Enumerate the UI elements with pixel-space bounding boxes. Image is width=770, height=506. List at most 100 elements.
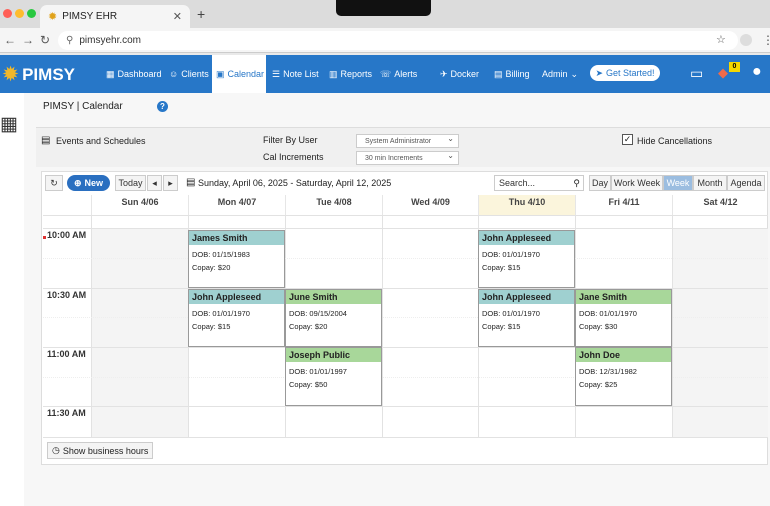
cal-increments-label: Cal Increments	[263, 152, 324, 162]
left-side-strip: ▦	[0, 93, 24, 506]
cal-increments-select[interactable]: 30 min Increments	[356, 151, 459, 165]
grid-line	[43, 215, 768, 216]
calendar-side-icon[interactable]: ▦	[0, 113, 18, 136]
calendar-small-icon: ▤	[41, 135, 51, 146]
view-day-button[interactable]: Day	[589, 175, 611, 191]
appointment-copay: Copay: $20	[192, 263, 231, 272]
close-window-button[interactable]	[3, 9, 12, 18]
new-tab-icon[interactable]: +	[197, 6, 205, 22]
day-header[interactable]: Thu 4/10	[478, 195, 575, 215]
filter-user-select[interactable]: System Administrator	[356, 134, 459, 148]
nav-alerts[interactable]: ☏ Alerts	[380, 55, 417, 93]
day-header[interactable]: Tue 4/08	[285, 195, 382, 215]
appointment-copay: Copay: $50	[289, 380, 328, 389]
url-text: pimsyehr.com	[79, 35, 142, 46]
maximize-window-button[interactable]	[27, 9, 36, 18]
appointment-card[interactable]: June Smith DOB: 09/15/2004 Copay: $20	[285, 289, 382, 347]
nav-dashboard[interactable]: ▦ Dashboard	[106, 55, 162, 93]
nav-label: Note List	[283, 69, 319, 79]
nav-reports[interactable]: ▥ Reports	[329, 55, 372, 93]
chat-icon[interactable]: ▭	[690, 65, 703, 82]
appointment-dob: DOB: 12/31/1982	[579, 367, 637, 376]
day-header[interactable]: Sat 4/12	[672, 195, 768, 215]
appointment-card[interactable]: John Doe DOB: 12/31/1982 Copay: $25	[575, 347, 672, 406]
appointment-dob: DOB: 09/15/2004	[289, 309, 347, 318]
day-header[interactable]: Wed 4/09	[382, 195, 478, 215]
date-picker-icon[interactable]: ▤	[186, 177, 195, 188]
appointment-client-name: John Appleseed	[479, 290, 574, 304]
nav-label: Admin	[542, 69, 568, 79]
help-icon[interactable]: ?	[157, 101, 168, 112]
nav-docker[interactable]: ✈ Docker	[440, 55, 479, 93]
chevron-left-icon: ◂	[152, 177, 157, 188]
nav-billing[interactable]: ▤ Billing	[494, 55, 530, 93]
notification-count-badge: 0	[729, 62, 740, 72]
notification-tag-icon[interactable]: ◆	[718, 65, 728, 81]
hide-cancellations-checkbox[interactable]: ✓	[622, 134, 633, 145]
browser-menu-icon[interactable]: ⋮	[762, 33, 770, 47]
minimize-window-button[interactable]	[15, 9, 24, 18]
appointment-dob: DOB: 01/01/1970	[482, 309, 540, 318]
refresh-button[interactable]: ↻	[45, 175, 63, 191]
view-week-button[interactable]: Week	[663, 175, 693, 191]
site-info-icon[interactable]: ⚲	[66, 35, 73, 46]
appointment-card[interactable]: John Appleseed DOB: 01/01/1970 Copay: $1…	[478, 230, 575, 288]
nav-note-list[interactable]: ☰ Note List	[272, 55, 319, 93]
reports-icon: ▥	[329, 68, 338, 79]
search-input[interactable]: Search... ⚲	[494, 175, 584, 191]
nav-calendar[interactable]: ▣ Calendar	[212, 55, 266, 93]
day-column[interactable]	[672, 215, 673, 437]
view-work-week-button[interactable]: Work Week	[611, 175, 663, 191]
view-month-button[interactable]: Month	[693, 175, 727, 191]
appointment-copay: Copay: $25	[579, 380, 618, 389]
previous-week-button[interactable]: ◂	[147, 175, 162, 191]
logo-text: PIMSY	[22, 64, 75, 84]
chevron-down-icon: ⌄	[570, 68, 579, 79]
appointment-card[interactable]: Joseph Public DOB: 01/01/1997 Copay: $50	[285, 347, 382, 406]
filter-panel: ▤ Events and Schedules Filter By User Ca…	[36, 127, 770, 167]
new-appointment-button[interactable]: ⊕ New	[67, 175, 110, 191]
appointment-card[interactable]: John Appleseed DOB: 01/01/1970 Copay: $1…	[478, 289, 575, 347]
appointment-client-name: John Doe	[576, 348, 671, 362]
date-range-label: Sunday, April 06, 2025 - Saturday, April…	[198, 178, 392, 188]
appointment-card[interactable]: Jane Smith DOB: 01/01/1970 Copay: $30	[575, 289, 672, 347]
address-bar-row: ← → ↻ ⚲ pimsyehr.com ☆ ⋮	[0, 28, 770, 53]
day-column[interactable]	[91, 215, 92, 437]
appointment-card[interactable]: James Smith DOB: 01/15/1983 Copay: $20	[188, 230, 285, 288]
appointment-card[interactable]: John Appleseed DOB: 01/01/1970 Copay: $1…	[188, 289, 285, 347]
user-avatar-icon[interactable]: ●	[752, 63, 762, 81]
today-button[interactable]: Today	[115, 175, 146, 191]
day-header[interactable]: Fri 4/11	[575, 195, 672, 215]
refresh-icon: ↻	[50, 177, 58, 188]
appointment-copay: Copay: $15	[192, 322, 231, 331]
day-header[interactable]: Sun 4/06	[91, 195, 188, 215]
get-started-label: Get Started!	[606, 68, 655, 78]
url-field[interactable]: ⚲ pimsyehr.com	[58, 31, 738, 50]
day-column[interactable]	[382, 215, 383, 437]
time-label: 11:30 AM	[47, 408, 86, 418]
pimsy-logo[interactable]: ✹ PIMSY	[3, 64, 75, 85]
close-tab-icon[interactable]: ✕	[173, 10, 182, 23]
show-business-hours-button[interactable]: ◷ Show business hours	[47, 442, 153, 459]
appointment-client-name: Joseph Public	[286, 348, 381, 362]
browser-tab[interactable]: ✹ PIMSY EHR ✕	[40, 5, 190, 28]
next-week-button[interactable]: ▸	[163, 175, 178, 191]
day-header[interactable]: Mon 4/07	[188, 195, 285, 215]
calendar-icon: ▣	[216, 68, 225, 79]
time-label: 11:00 AM	[47, 349, 86, 359]
appointment-dob: DOB: 01/01/1970	[482, 250, 540, 259]
tab-title: PIMSY EHR	[62, 11, 118, 22]
back-icon[interactable]: ←	[4, 33, 16, 47]
chevron-right-icon: ▸	[168, 177, 173, 188]
filter-user-label: Filter By User	[263, 135, 318, 145]
page-title: PIMSY | Calendar	[43, 101, 123, 112]
nav-clients[interactable]: ☺ Clients	[169, 55, 209, 93]
profile-avatar-icon[interactable]	[740, 34, 752, 46]
nav-admin[interactable]: Admin ⌄	[542, 55, 578, 93]
reload-icon[interactable]: ↻	[40, 33, 50, 47]
person-icon: ☺	[169, 69, 179, 79]
bookmark-star-icon[interactable]: ☆	[716, 33, 726, 46]
forward-icon[interactable]: →	[22, 33, 34, 47]
get-started-button[interactable]: ➤ Get Started!	[590, 65, 660, 81]
view-agenda-button[interactable]: Agenda	[727, 175, 765, 191]
